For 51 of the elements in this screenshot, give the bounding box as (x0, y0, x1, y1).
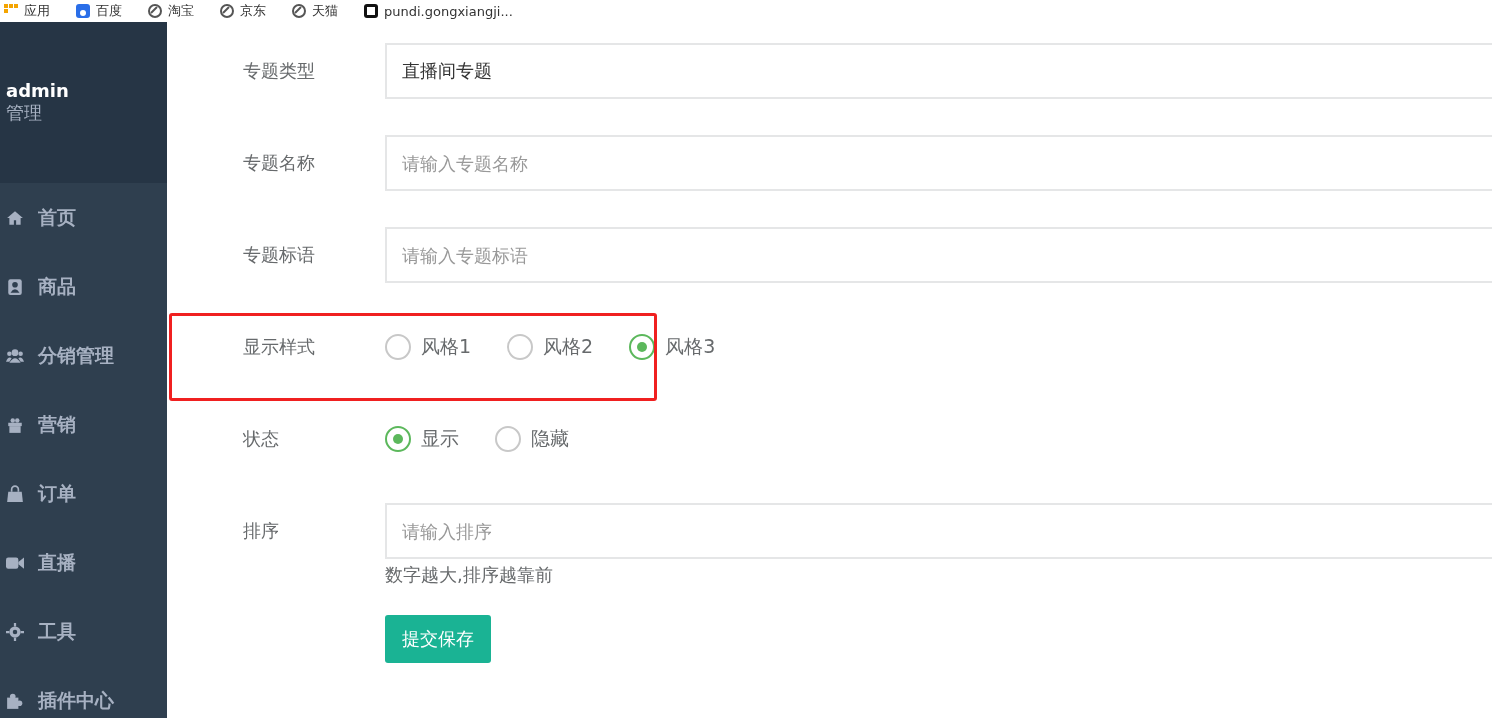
radio-button[interactable] (507, 334, 534, 360)
menu-item[interactable]: 分销管理 (0, 321, 167, 390)
field-label: 状态 (243, 427, 280, 451)
puzzle-icon (6, 691, 24, 710)
bookmark-link[interactable]: 百度 (96, 2, 122, 20)
radio-button[interactable] (385, 426, 411, 452)
text-field[interactable]: 直播间专题 (385, 43, 1492, 99)
field-label: 显示样式 (243, 335, 316, 359)
bookmark-link[interactable]: 天猫 (312, 2, 338, 20)
bookmark-link[interactable]: 京东 (240, 2, 266, 20)
field-label: 专题类型 (243, 59, 316, 83)
menu-item[interactable]: 商品 (0, 252, 167, 321)
text-field[interactable]: 请输入排序 (385, 503, 1492, 559)
contact-card-icon (6, 277, 24, 296)
radio-option[interactable]: 风格2 (507, 334, 594, 360)
field-label: 排序 (243, 519, 280, 543)
text-field[interactable]: 请输入专题标语 (385, 227, 1492, 283)
field-label: 专题标语 (243, 243, 316, 267)
users-icon (6, 346, 24, 365)
field-label: 专题名称 (243, 151, 316, 175)
bookmark-link[interactable]: pundi.gongxiangji... (384, 3, 513, 19)
radio-option[interactable]: 风格1 (385, 334, 472, 360)
bookmark-link[interactable]: 淘宝 (168, 2, 194, 20)
radio-button[interactable] (495, 426, 521, 452)
radio-button[interactable] (385, 334, 411, 360)
menu-label: 商品 (38, 273, 76, 299)
shopping-bag-icon (6, 484, 24, 503)
bookmark-link[interactable]: 应用 (24, 2, 50, 20)
text-field[interactable]: 请输入专题名称 (385, 135, 1492, 191)
menu-item[interactable]: 首页 (0, 183, 167, 252)
user-name: admin (6, 80, 69, 101)
site-icon (364, 4, 378, 18)
radio-button[interactable] (629, 334, 656, 360)
gift-icon (6, 415, 24, 434)
menu-item[interactable]: 订单 (0, 459, 167, 528)
radio-option[interactable]: 隐藏 (495, 426, 569, 452)
menu-item[interactable]: 工具 (0, 597, 167, 666)
menu-item[interactable]: 插件中心 (0, 666, 167, 718)
menu-item[interactable]: 营销 (0, 390, 167, 459)
menu-label: 工具 (38, 618, 76, 644)
menu-label: 直播 (38, 549, 76, 575)
menu-label: 营销 (38, 411, 76, 437)
menu-label: 订单 (38, 480, 76, 506)
hint-text: 数字越大,排序越靠前 (385, 563, 553, 587)
radio-option[interactable]: 显示 (385, 426, 459, 452)
radio-option[interactable]: 风格3 (629, 334, 716, 360)
menu-label: 首页 (38, 204, 76, 230)
menu-item[interactable]: 直播 (0, 528, 167, 597)
menu-label: 插件中心 (38, 687, 114, 713)
user-role: 管理 (6, 101, 42, 125)
menu-label: 分销管理 (38, 342, 114, 368)
